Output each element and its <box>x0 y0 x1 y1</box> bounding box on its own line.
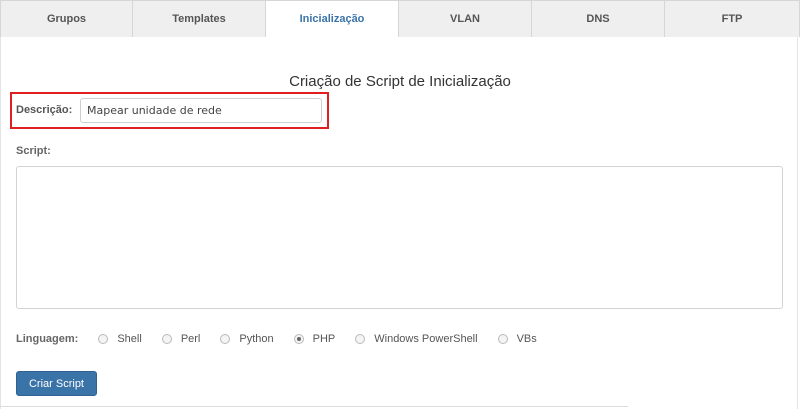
tab-inicializacao[interactable]: Inicialização <box>266 0 399 38</box>
language-option-windows-powershell[interactable]: Windows PowerShell <box>355 333 478 345</box>
language-selector: Linguagem: Shell Perl Python PHP Windows… <box>16 331 557 347</box>
script-textarea[interactable] <box>16 166 783 309</box>
description-label: Descrição: <box>16 104 73 116</box>
description-input[interactable] <box>80 98 322 123</box>
language-option-label: PHP <box>312 333 336 345</box>
language-option-perl[interactable]: Perl <box>161 333 201 345</box>
language-option-php[interactable]: PHP <box>293 333 336 345</box>
language-option-label: Perl <box>180 333 201 345</box>
tab-templates[interactable]: Templates <box>133 0 266 37</box>
language-option-vbs[interactable]: VBs <box>497 333 537 345</box>
language-label: Linguagem: <box>16 333 79 345</box>
script-label: Script: <box>16 145 51 157</box>
tab-vlan[interactable]: VLAN <box>399 0 532 37</box>
radio-shell[interactable] <box>98 334 109 344</box>
language-option-shell[interactable]: Shell <box>98 333 142 345</box>
radio-vbs[interactable] <box>497 334 508 344</box>
tab-ftp[interactable]: FTP <box>665 0 800 37</box>
language-option-label: Python <box>239 333 274 345</box>
radio-windows-powershell[interactable] <box>355 334 366 344</box>
tab-grupos[interactable]: Grupos <box>0 0 133 37</box>
radio-php[interactable] <box>293 334 304 344</box>
page-title: Criação de Script de Inicialização <box>289 73 511 90</box>
language-option-python[interactable]: Python <box>220 333 274 345</box>
language-option-label: Windows PowerShell <box>374 333 478 345</box>
panel-divider <box>0 406 628 407</box>
language-option-label: VBs <box>516 333 537 345</box>
tab-dns[interactable]: DNS <box>532 0 665 37</box>
language-option-label: Shell <box>117 333 142 345</box>
radio-python[interactable] <box>220 334 231 344</box>
create-script-button[interactable]: Criar Script <box>16 371 97 396</box>
tab-bar: Grupos Templates Inicialização VLAN DNS … <box>0 0 800 38</box>
radio-perl[interactable] <box>161 334 172 344</box>
